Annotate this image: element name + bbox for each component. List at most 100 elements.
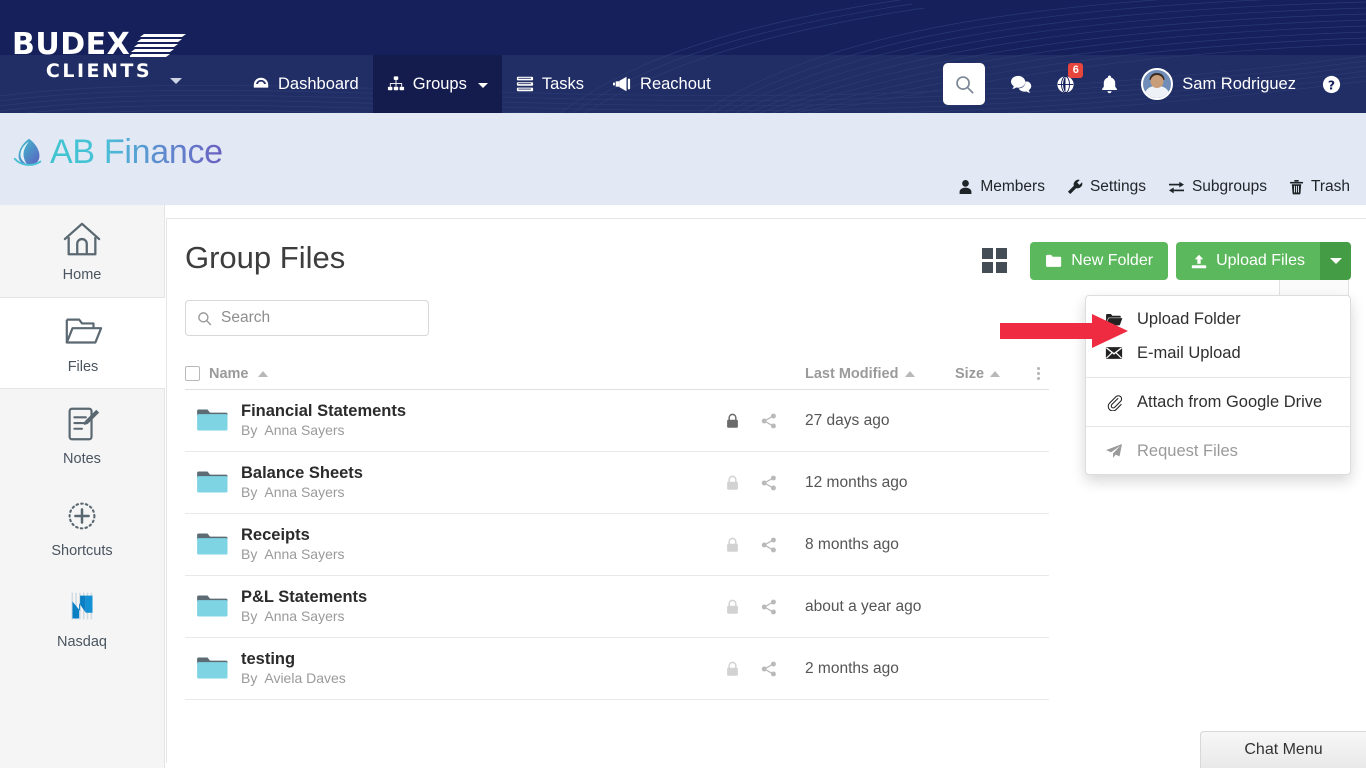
sort-asc-icon (257, 370, 268, 377)
dropdown-item-request-files-label: Request Files (1137, 441, 1238, 460)
group-link-settings-label: Settings (1089, 178, 1146, 195)
nav-bell-button[interactable] (1087, 62, 1131, 106)
main-content: Group Files New Folder Upload Files Uplo… (165, 205, 1366, 768)
share-icon[interactable] (761, 475, 777, 491)
group-link-members-label: Members (980, 178, 1045, 195)
primary-nav: Dashboard Groups Tasks Reachout (238, 55, 725, 113)
help-menu[interactable]: ? (1321, 74, 1348, 95)
dashboard-icon (253, 77, 269, 88)
grid-view-icon[interactable] (982, 248, 1008, 274)
app-logo[interactable]: BUDEX CLIENTS (12, 30, 186, 86)
table-header-size[interactable]: Size (955, 366, 1027, 382)
file-status-icons (697, 413, 805, 429)
new-folder-label: New Folder (1071, 252, 1154, 269)
file-author-label: By Anna Sayers (241, 483, 345, 500)
nav-search-button[interactable] (943, 63, 986, 105)
dropdown-divider (1086, 426, 1350, 427)
lock-icon[interactable] (726, 599, 739, 615)
table-options-menu-button[interactable] (1027, 367, 1049, 380)
nav-item-tasks[interactable]: Tasks (502, 55, 598, 113)
table-header-size-label: Size (955, 365, 985, 382)
share-icon[interactable] (761, 537, 777, 553)
files-card: Group Files New Folder Upload Files Uplo… (166, 218, 1366, 763)
nav-chat-button[interactable] (999, 62, 1043, 106)
group-header: AB Finance Members Settings Subgroups Tr… (0, 113, 1366, 205)
table-row[interactable]: testing By Aviela Daves 2 months ago (185, 638, 1049, 700)
sidebar-item-nasdaq[interactable]: Nasdaq (0, 573, 164, 665)
caret-down-icon (477, 83, 488, 88)
paper-plane-icon (1104, 443, 1124, 459)
user-menu[interactable]: Sam Rodriguez (1141, 68, 1305, 100)
sidebar-item-home[interactable]: Home (0, 205, 164, 297)
sidebar-item-home-label: Home (62, 266, 102, 283)
nav-item-dashboard[interactable]: Dashboard (238, 55, 373, 113)
file-name-label: Receipts (241, 525, 310, 544)
search-input[interactable] (221, 309, 411, 327)
file-name-cell[interactable]: testing By Aviela Daves (185, 650, 697, 688)
brand-dropdown-caret-icon[interactable] (170, 78, 182, 84)
chat-menu-button[interactable]: Chat Menu (1200, 731, 1366, 768)
globe-notification-badge: 6 (1068, 63, 1084, 78)
caret-down-icon (1329, 258, 1342, 264)
file-name-cell[interactable]: Balance Sheets By Anna Sayers (185, 464, 697, 502)
file-name-cell[interactable]: P&L Statements By Anna Sayers (185, 588, 697, 626)
new-folder-button[interactable]: New Folder (1030, 242, 1169, 280)
lock-icon[interactable] (726, 475, 739, 491)
upload-files-button[interactable]: Upload Files (1176, 242, 1320, 280)
nav-item-reachout[interactable]: Reachout (598, 55, 725, 113)
table-row[interactable]: Balance Sheets By Anna Sayers 12 months … (185, 452, 1049, 514)
file-author-label: By Aviela Daves (241, 669, 346, 686)
nasdaq-icon (71, 592, 93, 619)
search-icon (955, 75, 974, 93)
share-icon[interactable] (761, 599, 777, 615)
group-link-settings[interactable]: Settings (1067, 178, 1146, 196)
exchange-icon (1168, 181, 1184, 193)
search-field[interactable] (185, 300, 429, 336)
file-name-cell[interactable]: Financial Statements By Anna Sayers (185, 402, 697, 440)
table-header-last-modified[interactable]: Last Modified (805, 366, 955, 382)
dropdown-item-attach-google-drive[interactable]: Attach from Google Drive (1086, 385, 1350, 419)
folder-icon (197, 471, 228, 493)
share-icon[interactable] (761, 661, 777, 677)
table-row[interactable]: Financial Statements By Anna Sayers 27 d… (185, 390, 1049, 452)
file-name-label: testing (241, 649, 296, 668)
table-row[interactable]: P&L Statements By Anna Sayers about a ye… (185, 576, 1049, 638)
trash-icon (1289, 179, 1304, 195)
group-logo[interactable]: AB Finance (10, 133, 223, 172)
share-icon[interactable] (761, 413, 777, 429)
sidebar-item-files[interactable]: Files (0, 297, 166, 389)
avatar (1141, 68, 1174, 100)
group-link-members[interactable]: Members (958, 178, 1045, 196)
lock-icon[interactable] (726, 413, 739, 429)
upload-options-caret-button[interactable] (1320, 242, 1351, 280)
group-name-label: AB Finance (50, 133, 223, 171)
nav-globe-button[interactable]: 6 (1043, 62, 1087, 106)
sidebar-item-notes[interactable]: Notes (0, 389, 164, 481)
dropdown-item-request-files: Request Files (1086, 434, 1350, 468)
nav-item-groups-label: Groups (412, 74, 467, 93)
question-circle-icon: ? (1322, 75, 1341, 93)
file-last-modified-label: 27 days ago (805, 411, 890, 429)
group-link-subgroups[interactable]: Subgroups (1168, 178, 1267, 196)
lock-icon[interactable] (726, 537, 739, 553)
nav-item-groups[interactable]: Groups (372, 55, 502, 113)
notes-pencil-icon (68, 407, 100, 440)
lock-icon[interactable] (726, 661, 739, 677)
group-link-trash[interactable]: Trash (1289, 178, 1350, 196)
sidebar-item-shortcuts-label: Shortcuts (51, 542, 113, 559)
body-area: Home Files Notes Shortcuts Nasdaq Group … (0, 205, 1366, 768)
wrench-icon (1067, 179, 1083, 195)
sidebar-item-shortcuts[interactable]: Shortcuts (0, 481, 164, 573)
tasks-icon (516, 76, 533, 92)
paperclip-icon (1104, 394, 1124, 411)
user-icon (959, 179, 972, 195)
bullhorn-icon (613, 76, 631, 92)
home-icon (63, 222, 101, 255)
user-name-label: Sam Rodriguez (1182, 74, 1296, 93)
file-name-cell[interactable]: Receipts By Anna Sayers (185, 526, 697, 564)
table-header-name[interactable]: Name (185, 366, 805, 382)
file-author-label: By Anna Sayers (241, 421, 345, 438)
plus-circle-dashed-icon (68, 502, 96, 529)
table-row[interactable]: Receipts By Anna Sayers 8 months ago (185, 514, 1049, 576)
select-all-checkbox[interactable] (185, 366, 200, 381)
